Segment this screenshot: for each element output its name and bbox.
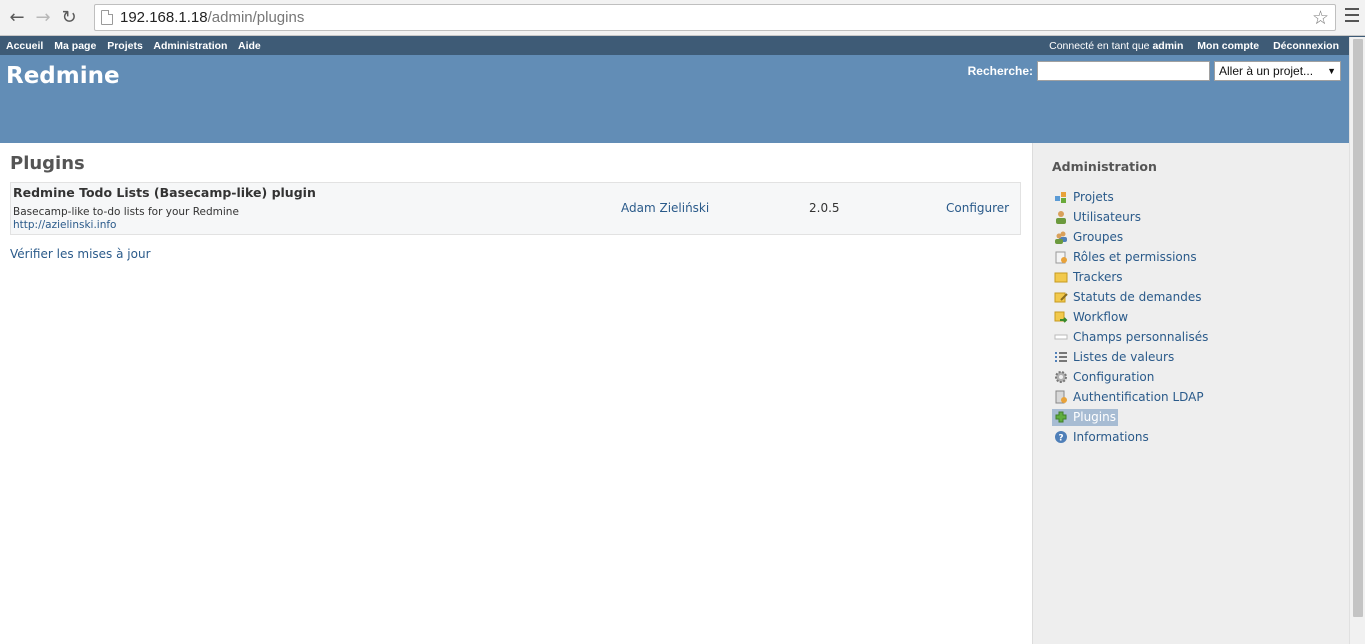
- sidebar-item-label: Projets: [1073, 190, 1114, 204]
- header: Redmine Recherche: Aller à un projet... …: [0, 55, 1349, 143]
- sidebar-item-plugins[interactable]: Plugins: [1052, 408, 1118, 426]
- main: Plugins Redmine Todo Lists (Basecamp-lik…: [0, 143, 1349, 644]
- logged-as: Connecté en tant que admin: [1049, 39, 1184, 52]
- sidebar-item-configuration[interactable]: Configuration: [1052, 369, 1156, 386]
- my-account-link[interactable]: Mon compte: [1197, 40, 1259, 52]
- plugin-author-link[interactable]: Adam Zieliński: [621, 201, 709, 215]
- sidebar-item-ldap[interactable]: Authentification LDAP: [1052, 389, 1206, 406]
- search-input[interactable]: [1037, 61, 1210, 81]
- logged-user[interactable]: admin: [1152, 40, 1183, 52]
- group-icon: [1053, 229, 1069, 245]
- sidebar-item-label: Utilisateurs: [1073, 210, 1141, 224]
- scrollbar-thumb[interactable]: [1353, 39, 1363, 617]
- sidebar-item-roles[interactable]: Rôles et permissions: [1052, 249, 1199, 266]
- page-title: Plugins: [10, 153, 85, 174]
- plugin-description: Basecamp-like to-do lists for your Redmi…: [13, 206, 239, 218]
- gear-icon: [1053, 369, 1069, 385]
- page-icon: [101, 10, 113, 25]
- projects-icon: [1053, 189, 1069, 205]
- vertical-scrollbar[interactable]: [1349, 37, 1365, 644]
- forward-button[interactable]: →: [30, 5, 56, 31]
- plugin-version: 2.0.5: [809, 201, 840, 215]
- sidebar-title: Administration: [1052, 159, 1157, 174]
- top-menu-home[interactable]: Accueil: [6, 40, 43, 52]
- sidebar-item-label: Configuration: [1073, 370, 1155, 384]
- custom-fields-icon: [1053, 329, 1069, 345]
- plugin-name: Redmine Todo Lists (Basecamp-like) plugi…: [13, 185, 316, 200]
- url-path: /admin/plugins: [207, 9, 305, 26]
- project-jump-label: Aller à un projet...: [1219, 64, 1314, 78]
- help-icon: ?: [1053, 429, 1069, 445]
- sidebar-item-info[interactable]: ? Informations: [1052, 429, 1151, 446]
- sidebar-item-label: Workflow: [1073, 310, 1129, 324]
- project-jump-select[interactable]: Aller à un projet... ▼: [1214, 61, 1341, 81]
- check-updates-link[interactable]: Vérifier les mises à jour: [10, 247, 1022, 261]
- top-menu-help[interactable]: Aide: [238, 40, 261, 52]
- bookmark-star-icon[interactable]: ☆: [1312, 7, 1329, 29]
- top-menu-administration[interactable]: Administration: [153, 40, 227, 52]
- sidebar-item-custom-fields[interactable]: Champs personnalisés: [1052, 329, 1210, 346]
- server-key-icon: [1053, 389, 1069, 405]
- roles-icon: [1053, 249, 1069, 265]
- top-menu-projects[interactable]: Projets: [107, 40, 143, 52]
- sidebar-item-enumerations[interactable]: Listes de valeurs: [1052, 349, 1176, 366]
- site-title[interactable]: Redmine: [6, 63, 120, 89]
- sidebar-item-label: Trackers: [1073, 270, 1123, 284]
- list-icon: [1053, 349, 1069, 365]
- sidebar-item-label: Plugins: [1073, 410, 1116, 424]
- plugin-row: Redmine Todo Lists (Basecamp-like) plugi…: [10, 182, 1021, 235]
- user-icon: [1053, 209, 1069, 225]
- url-host: 192.168.1.18: [120, 9, 208, 26]
- sidebar-item-label: Authentification LDAP: [1073, 390, 1204, 404]
- sidebar-item-label: Listes de valeurs: [1073, 350, 1175, 364]
- sidebar-item-workflow[interactable]: Workflow: [1052, 309, 1130, 326]
- search-label: Recherche:: [967, 64, 1033, 78]
- plugin-icon: [1053, 409, 1069, 425]
- quick-search: Recherche: Aller à un projet... ▼: [968, 61, 1341, 81]
- browser-toolbar: ← → ↻ 192.168.1.18/admin/plugins ☆: [0, 0, 1365, 36]
- top-menu: Accueil Ma page Projets Administration A…: [0, 36, 1365, 55]
- sidebar-item-label: Statuts de demandes: [1073, 290, 1202, 304]
- sidebar-item-label: Groupes: [1073, 230, 1124, 244]
- sidebar: Administration Projets Utilisateurs Grou…: [1032, 143, 1349, 644]
- sidebar-item-groups[interactable]: Groupes: [1052, 229, 1125, 246]
- sidebar-item-label: Champs personnalisés: [1073, 330, 1209, 344]
- sidebar-item-label: Rôles et permissions: [1073, 250, 1197, 264]
- svg-text:?: ?: [1058, 434, 1063, 444]
- workflow-icon: [1053, 309, 1069, 325]
- reload-button[interactable]: ↻: [56, 5, 82, 31]
- browser-menu-icon[interactable]: [1345, 8, 1359, 22]
- dropdown-arrow-icon: ▼: [1327, 66, 1336, 76]
- sidebar-item-label: Informations: [1073, 430, 1149, 444]
- configure-link[interactable]: Configurer: [946, 201, 1009, 215]
- admin-menu: Projets Utilisateurs Groupes Rôles et pe…: [1052, 187, 1349, 447]
- sidebar-item-trackers[interactable]: Trackers: [1052, 269, 1125, 286]
- back-button[interactable]: ←: [4, 5, 30, 31]
- top-menu-my-page[interactable]: Ma page: [54, 40, 96, 52]
- address-bar[interactable]: 192.168.1.18/admin/plugins ☆: [94, 4, 1336, 31]
- content: Plugins Redmine Todo Lists (Basecamp-lik…: [0, 143, 1032, 644]
- sidebar-item-issue-statuses[interactable]: Statuts de demandes: [1052, 289, 1203, 306]
- tracker-icon: [1053, 269, 1069, 285]
- plugin-url-link[interactable]: http://azielinski.info: [13, 219, 116, 231]
- logout-link[interactable]: Déconnexion: [1273, 40, 1339, 52]
- sidebar-item-projects[interactable]: Projets: [1052, 189, 1116, 206]
- issue-status-icon: [1053, 289, 1069, 305]
- sidebar-item-users[interactable]: Utilisateurs: [1052, 209, 1143, 226]
- top-menu-left: Accueil Ma page Projets Administration A…: [6, 40, 269, 52]
- top-menu-right: Connecté en tant que admin Mon compte Dé…: [1049, 40, 1339, 52]
